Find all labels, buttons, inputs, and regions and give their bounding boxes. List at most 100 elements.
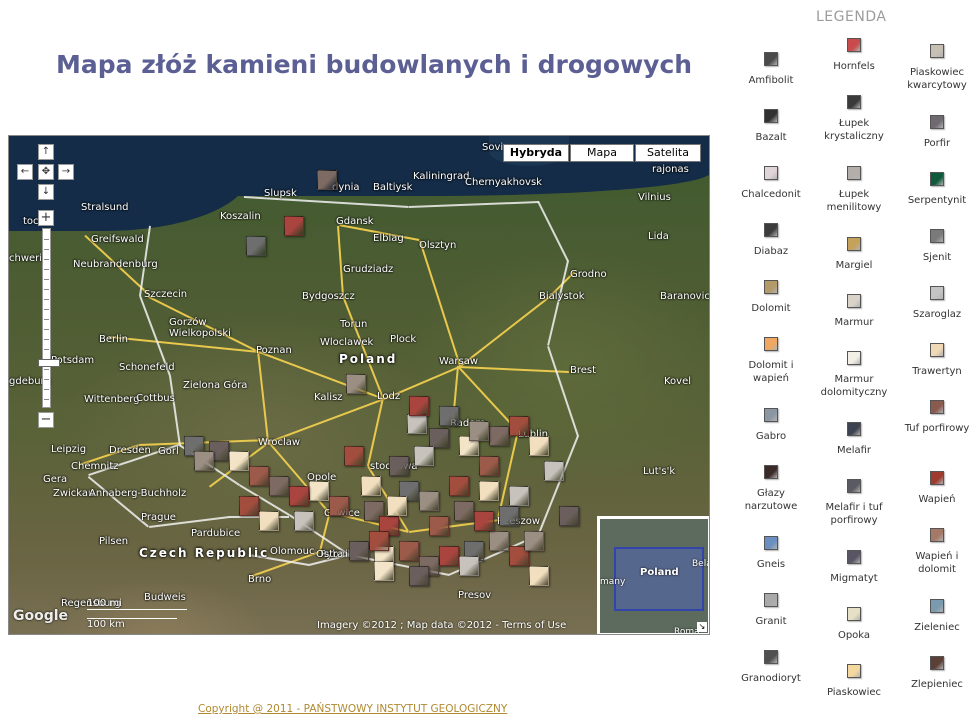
city-label-torun: Torun	[340, 319, 368, 330]
deposit-marker[interactable]	[284, 216, 304, 236]
marmur-dolomityczny-swatch-icon	[847, 351, 861, 365]
overview-resize-icon[interactable]: ↘	[697, 622, 707, 632]
deposit-marker[interactable]	[294, 511, 314, 531]
pan-right-icon[interactable]: →	[58, 164, 74, 180]
legend-item: Zlepieniec	[897, 656, 975, 691]
legend-item: Bazalt	[731, 109, 811, 144]
city-label-slupsk: Slupsk	[264, 188, 297, 199]
deposit-marker[interactable]	[524, 531, 544, 551]
deposit-marker[interactable]	[489, 426, 509, 446]
map-view[interactable]: Sovi Kaliningrad Chernyakhovsk rajonas Vilni…	[8, 135, 710, 635]
overview-viewport[interactable]	[614, 547, 704, 611]
deposit-marker[interactable]	[474, 511, 494, 531]
deposit-marker[interactable]	[409, 396, 429, 416]
zoom-tick	[44, 379, 49, 380]
city-label-pardubice: Pardubice	[191, 528, 241, 539]
country-label-czech: Czech Republic	[139, 546, 270, 560]
city-label-greifswald: Greifswald	[91, 234, 144, 245]
pan-center-icon[interactable]: ✥	[38, 164, 54, 180]
legend-label: Zlepieniec	[911, 679, 963, 690]
deposit-marker[interactable]	[459, 556, 479, 576]
zoom-tick	[44, 339, 49, 340]
deposit-marker[interactable]	[509, 416, 529, 436]
legend-item: Tuf porfirowy	[897, 400, 975, 435]
legend-label: Chalcedonit	[741, 189, 801, 200]
deposit-marker[interactable]	[454, 501, 474, 521]
deposit-marker[interactable]	[399, 541, 419, 561]
deposit-marker[interactable]	[529, 436, 549, 456]
deposit-marker[interactable]	[369, 531, 389, 551]
deposit-marker[interactable]	[544, 461, 564, 481]
deposit-marker[interactable]	[407, 414, 427, 434]
city-label-berlin: Berlin	[99, 334, 129, 345]
pan-down-icon[interactable]: ↓	[38, 184, 54, 200]
zoom-tick	[44, 279, 49, 280]
deposit-marker[interactable]	[269, 476, 289, 496]
deposit-marker[interactable]	[259, 511, 279, 531]
deposit-marker[interactable]	[309, 481, 329, 501]
map-attribution[interactable]: Imagery ©2012 ; Map data ©2012 - Terms o…	[317, 620, 566, 631]
deposit-marker[interactable]	[414, 446, 434, 466]
deposit-marker[interactable]	[239, 496, 259, 516]
deposit-marker[interactable]	[479, 456, 499, 476]
city-label-stralsund: Stralsund	[81, 202, 129, 213]
city-label-olomouc: Olomouc	[270, 546, 315, 557]
country-border	[547, 346, 579, 437]
gnejs-swatch-icon	[764, 536, 778, 550]
deposit-marker[interactable]	[499, 506, 519, 526]
zoom-tick	[44, 239, 49, 240]
deposit-marker[interactable]	[409, 566, 429, 586]
deposit-marker[interactable]	[449, 476, 469, 496]
maptype-hybrid-button[interactable]: Hybryda	[503, 144, 569, 162]
deposit-marker[interactable]	[529, 566, 549, 586]
zoom-tick	[44, 369, 49, 370]
deposit-marker[interactable]	[389, 456, 409, 476]
overview-map[interactable]: Poland Bela many Roma ↘	[597, 516, 709, 634]
deposit-marker[interactable]	[439, 546, 459, 566]
zoom-out-icon[interactable]: −	[38, 412, 54, 428]
country-border	[409, 201, 540, 208]
deposit-marker[interactable]	[346, 374, 366, 394]
deposit-marker[interactable]	[419, 491, 439, 511]
maptype-map-button[interactable]: Mapa	[570, 144, 634, 162]
deposit-marker[interactable]	[361, 476, 381, 496]
deposit-marker[interactable]	[349, 541, 369, 561]
deposit-marker[interactable]	[194, 451, 214, 471]
legend-item: Zieleniec	[897, 599, 975, 634]
deposit-marker[interactable]	[387, 496, 407, 516]
city-label-elblag: Elblag	[373, 233, 404, 244]
deposit-marker[interactable]	[317, 170, 337, 190]
deposit-marker[interactable]	[469, 421, 489, 441]
deposit-marker[interactable]	[479, 481, 499, 501]
deposit-marker[interactable]	[509, 486, 529, 506]
deposit-marker[interactable]	[329, 496, 349, 516]
deposit-marker[interactable]	[344, 446, 364, 466]
deposit-marker[interactable]	[429, 428, 449, 448]
legend-label: Głazy narzutowe	[744, 488, 798, 512]
deposit-marker[interactable]	[246, 236, 266, 256]
city-label-warsaw: Warsaw	[439, 356, 479, 367]
deposit-marker[interactable]	[439, 406, 459, 426]
zoom-slider[interactable]	[42, 228, 51, 408]
overview-label: Poland	[640, 567, 679, 578]
pan-up-icon[interactable]: ↑	[38, 144, 54, 160]
country-border	[547, 260, 569, 346]
maptype-satellite-button[interactable]: Satelita	[635, 144, 701, 162]
pan-left-icon[interactable]: ←	[17, 164, 33, 180]
footer-copyright-link[interactable]: Copyright @ 2011 - PAŃSTWOWY INSTYTUT GE…	[198, 703, 507, 715]
deposit-marker[interactable]	[229, 451, 249, 471]
deposit-marker[interactable]	[249, 466, 269, 486]
legend-item: Łupek krystaliczny	[814, 95, 894, 143]
deposit-marker[interactable]	[489, 531, 509, 551]
deposit-marker[interactable]	[559, 506, 579, 526]
zoom-tick	[44, 249, 49, 250]
legend-item: Porfir	[897, 115, 975, 150]
deposit-marker[interactable]	[374, 561, 394, 581]
legend-item: Amfibolit	[731, 52, 811, 87]
deposit-marker[interactable]	[289, 486, 309, 506]
wapien-dolomit-swatch-icon	[930, 528, 944, 542]
zoom-in-icon[interactable]: +	[38, 210, 54, 226]
legend-label: Trawertyn	[912, 366, 962, 377]
deposit-marker[interactable]	[429, 516, 449, 536]
zoom-slider-thumb[interactable]	[38, 359, 60, 367]
